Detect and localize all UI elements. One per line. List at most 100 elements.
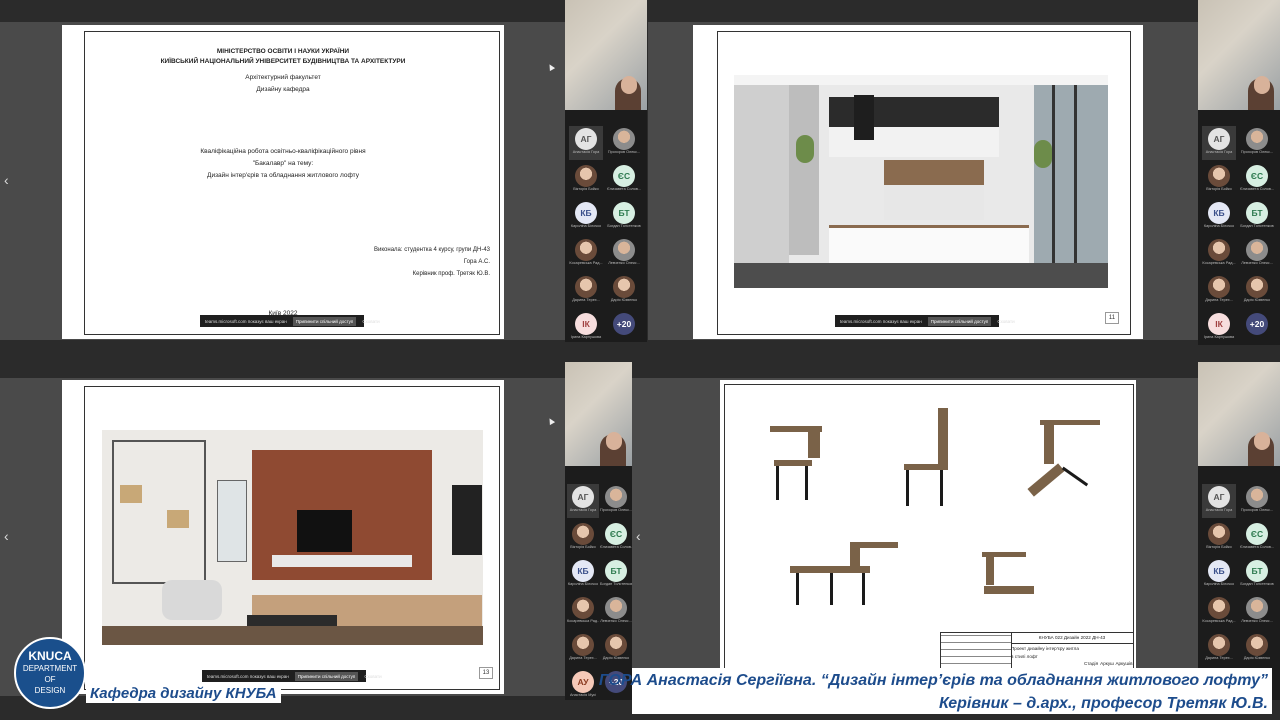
participant-tile[interactable]: КБ Кароліна Білочко: [569, 200, 603, 234]
participant-tile[interactable]: Прохоров Олекс...: [607, 126, 641, 160]
participant-tile[interactable]: Левченко Олекс...: [607, 237, 641, 271]
participant-tile[interactable]: Вікторія Бойко: [1202, 163, 1236, 197]
participant-tile[interactable]: АГ Анастасія Гора: [1202, 126, 1236, 160]
participant-tile[interactable]: Левченко Олекс...: [600, 595, 632, 629]
participant-name: Дарина Терех...: [1205, 656, 1233, 660]
participant-name: Дарія Юзвенко: [1243, 298, 1271, 302]
participant-tile[interactable]: БТ Богдан Толстенков: [600, 558, 632, 592]
participant-photo: [1246, 486, 1268, 508]
participant-tile[interactable]: БТ Богдан Толстенков: [1240, 558, 1274, 592]
participant-name: Кароліна Білочко: [1203, 582, 1235, 586]
titleblock-col3: Аркушів: [1115, 661, 1133, 666]
participant-tile[interactable]: КБ Кароліна Білочко: [1202, 200, 1236, 234]
participant-tile[interactable]: КБ Кароліна Білочко: [1202, 558, 1236, 592]
share-bar-text: teams.microsoft.com показує ваш екран: [207, 673, 289, 679]
participant-name: Косаревська Рад...: [1202, 619, 1236, 623]
supervisor-text: Керівник проф. Третяк Ю.В.: [412, 271, 490, 277]
shared-screen-q2: teams.microsoft.com показує ваш екран Пр…: [648, 22, 1198, 340]
stop-sharing-button[interactable]: Припинити спільний доступ: [292, 316, 357, 326]
logo-line4: DESIGN: [34, 686, 66, 695]
participant-tile[interactable]: Дарина Терех...: [1202, 632, 1236, 666]
participant-tile[interactable]: Прохоров Олекс...: [1240, 126, 1274, 160]
participant-avatar: ЄС: [1246, 523, 1268, 545]
participant-tile[interactable]: Дарія Юзвенко: [1240, 274, 1274, 308]
participant-tile[interactable]: Косаревська Рад...: [567, 595, 599, 629]
furniture-item: [790, 542, 910, 612]
participant-tile[interactable]: Дарина Терех...: [569, 274, 603, 308]
participant-tile[interactable]: КБ Кароліна Білочко: [567, 558, 599, 592]
self-camera: [1198, 0, 1280, 110]
participant-tile[interactable]: Дарина Терех...: [1202, 274, 1236, 308]
participant-tile[interactable]: Прохоров Олекс...: [600, 484, 632, 518]
participant-avatar: +20: [1246, 313, 1268, 335]
prev-arrow[interactable]: ‹: [636, 528, 641, 544]
more-participants-button[interactable]: +20: [1240, 311, 1274, 345]
participant-avatar: КБ: [575, 202, 597, 224]
participant-tile[interactable]: Левченко Олекс...: [1240, 237, 1274, 271]
participant-tile[interactable]: АГ Анастасія Гора: [567, 484, 599, 518]
participant-tile[interactable]: ЄС Єлизавета Солов...: [1240, 163, 1274, 197]
participant-name: Анастасія Гора: [569, 508, 597, 512]
more-participants-button[interactable]: +20: [607, 311, 641, 345]
share-bar: teams.microsoft.com показує ваш екран Пр…: [200, 315, 380, 327]
participant-name: Косаревська Рад...: [567, 619, 599, 623]
participant-tile[interactable]: Левченко Олекс...: [1240, 595, 1274, 629]
participant-tile[interactable]: БТ Богдан Толстенков: [1240, 200, 1274, 234]
participant-tile[interactable]: Вікторія Бойко: [569, 163, 603, 197]
hide-button[interactable]: Сховати: [364, 674, 381, 679]
participant-photo: [572, 634, 594, 656]
participant-tile[interactable]: ЄС Єлизавета Солов...: [600, 521, 632, 555]
participant-name: Прохоров Олекс...: [607, 150, 641, 154]
participant-tile[interactable]: АГ Анастасія Гора: [1202, 484, 1236, 518]
titleblock-project: Проект дизайну інтер'єру житла в стилі л…: [1011, 646, 1079, 659]
furniture-item: [900, 408, 960, 508]
participant-photo: [575, 165, 597, 187]
department-text: Дизайну кафедра: [256, 86, 310, 93]
department-caption: Кафедра дизайну КНУБА: [86, 684, 281, 703]
participant-tile[interactable]: ЄС Єлизавета Солов...: [607, 163, 641, 197]
share-bar: teams.microsoft.com показує ваш екран Пр…: [835, 315, 1015, 327]
prev-arrow[interactable]: ‹: [4, 172, 9, 188]
participant-tile[interactable]: ЄС Єлизавета Солов...: [1240, 521, 1274, 555]
participant-name: Єлизавета Солов...: [607, 187, 641, 191]
hide-button[interactable]: Сховати: [997, 319, 1014, 324]
participant-tile[interactable]: Косаревська Рад...: [569, 237, 603, 271]
student-text: Гора А.С.: [463, 259, 490, 265]
stop-sharing-button[interactable]: Припинити спільний доступ: [294, 671, 359, 681]
participant-tile[interactable]: Косаревська Рад...: [1202, 237, 1236, 271]
participant-tile[interactable]: Вікторія Бойко: [567, 521, 599, 555]
participant-photo: [1208, 523, 1230, 545]
topic-text: Дизайн інтер'єрів та обладнання житловог…: [207, 172, 359, 179]
participant-name: Богдан Толстенков: [607, 224, 641, 228]
participant-photo: [605, 486, 627, 508]
participant-name: Вікторія Бойко: [573, 187, 599, 191]
participants-strip-q2: АГ Анастасія Гора Прохоров Олекс... Вікторі…: [1198, 0, 1280, 345]
participant-name: Прохоров Олекс...: [600, 508, 632, 512]
page-number: 13: [479, 667, 493, 679]
participant-tile[interactable]: Косаревська Рад...: [1202, 595, 1236, 629]
prev-arrow[interactable]: ‹: [4, 528, 9, 544]
work-type-text: Кваліфікаційна робота освітньо-кваліфіка…: [200, 148, 366, 155]
participant-tile[interactable]: АГ Анастасія Гора: [569, 126, 603, 160]
participant-tile[interactable]: ІКІрина Карпушова: [1202, 311, 1236, 345]
participant-name: Дарія Юзвенко: [602, 656, 630, 660]
participant-photo: [605, 597, 627, 619]
participant-tile[interactable]: ІКІрина Карпушова: [569, 311, 603, 345]
participant-avatar: ЄС: [1246, 165, 1268, 187]
participant-tile[interactable]: Дарія Юзвенко: [600, 632, 632, 666]
participant-avatar: АГ: [1208, 128, 1230, 150]
participant-tile[interactable]: Дарія Юзвенко: [607, 274, 641, 308]
participant-tile[interactable]: Дарина Терех...: [567, 632, 599, 666]
participant-tile[interactable]: Прохоров Олекс...: [1240, 484, 1274, 518]
stop-sharing-button[interactable]: Припинити спільний доступ: [927, 316, 992, 326]
participant-photo: [1208, 276, 1230, 298]
shared-screen-q3: ‹ teams.microsoft.com показує ваш екран …: [0, 378, 565, 696]
participant-name: Прохоров Олекс...: [1240, 150, 1274, 154]
participant-tile[interactable]: Вікторія Бойко: [1202, 521, 1236, 555]
participant-tile[interactable]: БТ Богдан Толстенков: [607, 200, 641, 234]
participant-tile[interactable]: АУ Анастасія Мусі: [567, 669, 599, 703]
participant-tile[interactable]: Дарія Юзвенко: [1240, 632, 1274, 666]
hide-button[interactable]: Сховати: [362, 319, 379, 324]
self-camera: [565, 0, 647, 110]
participant-photo: [1208, 634, 1230, 656]
